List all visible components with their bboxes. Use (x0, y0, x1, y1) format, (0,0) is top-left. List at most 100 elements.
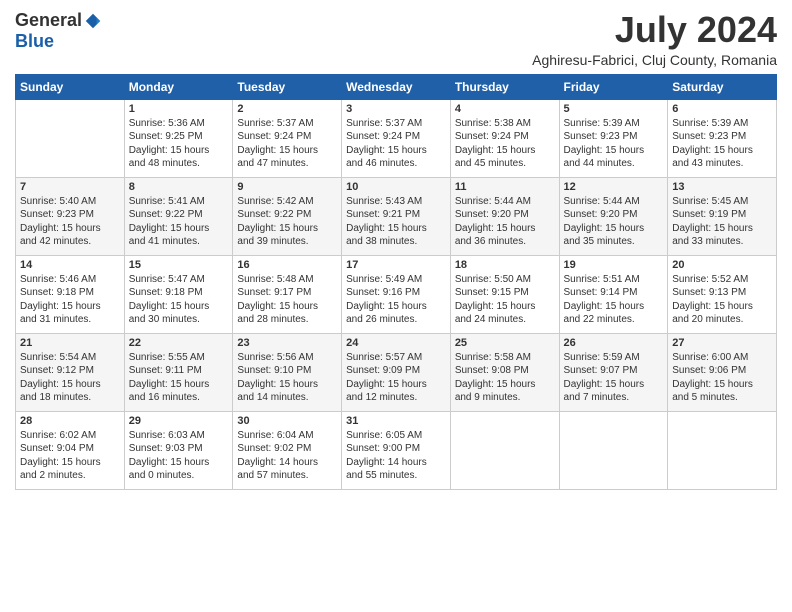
cell-content: Sunrise: 5:43 AMSunset: 9:21 PMDaylight:… (346, 195, 446, 249)
cell-content: Sunrise: 5:42 AMSunset: 9:22 PMDaylight:… (237, 195, 337, 249)
day-cell: 18Sunrise: 5:50 AMSunset: 9:15 PMDayligh… (450, 255, 559, 333)
day-cell: 26 Sunrise: 5:59 AMSunset: 9:07 PMDayligh… (559, 333, 668, 411)
cell-content: Sunrise: 5:36 AMSunset: 9:25 PMDaylight:… (129, 117, 229, 171)
day-number: 29 (129, 415, 229, 427)
logo-general: General (15, 10, 82, 31)
cell-content: Sunrise: 6:04 AMSunset: 9:02 PMDaylight:… (237, 429, 337, 483)
day-number: 22 (129, 337, 229, 349)
day-cell: 13Sunrise: 5:45 AMSunset: 9:19 PMDayligh… (668, 177, 777, 255)
column-header-tuesday: Tuesday (233, 74, 342, 99)
day-number: 16 (237, 259, 337, 271)
day-cell: 14Sunrise: 5:46 AMSunset: 9:18 PMDayligh… (16, 255, 125, 333)
cell-content: Sunrise: 5:39 AMSunset: 9:23 PMDaylight:… (672, 117, 772, 171)
day-number: 28 (20, 415, 120, 427)
cell-content: Sunrise: 5:40 AMSunset: 9:23 PMDaylight:… (20, 195, 120, 249)
day-cell: 20 Sunrise: 5:52 AMSunset: 9:13 PMDayligh… (668, 255, 777, 333)
cell-content: Sunrise: 5:56 AMSunset: 9:10 PMDaylight:… (237, 351, 337, 405)
cell-content: Sunrise: 5:37 AMSunset: 9:24 PMDaylight:… (346, 117, 446, 171)
month-title: July 2024 (532, 10, 777, 50)
day-cell: 22Sunrise: 5:55 AMSunset: 9:11 PMDayligh… (124, 333, 233, 411)
cell-content: Sunrise: 5:52 AMSunset: 9:13 PMDaylight:… (672, 273, 772, 327)
column-header-friday: Friday (559, 74, 668, 99)
logo-icon (84, 12, 102, 30)
day-number: 4 (455, 103, 555, 115)
title-section: July 2024 Aghiresu-Fabrici, Cluj County,… (532, 10, 777, 68)
day-number: 5 (564, 103, 664, 115)
day-number: 10 (346, 181, 446, 193)
day-cell: 10 Sunrise: 5:43 AMSunset: 9:21 PMDayligh… (342, 177, 451, 255)
day-number: 7 (20, 181, 120, 193)
cell-content: Sunrise: 6:00 AMSunset: 9:06 PMDaylight:… (672, 351, 772, 405)
day-cell (559, 411, 668, 489)
day-cell: 24 Sunrise: 5:57 AMSunset: 9:09 PMDayligh… (342, 333, 451, 411)
day-cell: 21 Sunrise: 5:54 AMSunset: 9:12 PMDayligh… (16, 333, 125, 411)
day-cell: 12 Sunrise: 5:44 AMSunset: 9:20 PMDayligh… (559, 177, 668, 255)
cell-content: Sunrise: 6:02 AMSunset: 9:04 PMDaylight:… (20, 429, 120, 483)
day-number: 20 (672, 259, 772, 271)
day-number: 8 (129, 181, 229, 193)
location: Aghiresu-Fabrici, Cluj County, Romania (532, 52, 777, 68)
calendar-table: SundayMondayTuesdayWednesdayThursdayFrid… (15, 74, 777, 490)
day-cell: 6 Sunrise: 5:39 AMSunset: 9:23 PMDaylight… (668, 99, 777, 177)
cell-content: Sunrise: 5:44 AMSunset: 9:20 PMDaylight:… (564, 195, 664, 249)
cell-content: Sunrise: 5:58 AMSunset: 9:08 PMDaylight:… (455, 351, 555, 405)
header: General Blue July 2024 Aghiresu-Fabrici,… (15, 10, 777, 68)
day-cell: 1 Sunrise: 5:36 AMSunset: 9:25 PMDaylight… (124, 99, 233, 177)
week-row-5: 28 Sunrise: 6:02 AMSunset: 9:04 PMDayligh… (16, 411, 777, 489)
cell-content: Sunrise: 5:47 AMSunset: 9:18 PMDaylight:… (129, 273, 229, 327)
day-cell: 25 Sunrise: 5:58 AMSunset: 9:08 PMDayligh… (450, 333, 559, 411)
cell-content: Sunrise: 5:57 AMSunset: 9:09 PMDaylight:… (346, 351, 446, 405)
cell-content: Sunrise: 5:37 AMSunset: 9:24 PMDaylight:… (237, 117, 337, 171)
day-cell: 8Sunrise: 5:41 AMSunset: 9:22 PMDaylight… (124, 177, 233, 255)
cell-content: Sunrise: 5:54 AMSunset: 9:12 PMDaylight:… (20, 351, 120, 405)
day-number: 27 (672, 337, 772, 349)
column-header-saturday: Saturday (668, 74, 777, 99)
day-number: 1 (129, 103, 229, 115)
day-number: 17 (346, 259, 446, 271)
logo: General Blue (15, 10, 102, 52)
day-cell: 4Sunrise: 5:38 AMSunset: 9:24 PMDaylight… (450, 99, 559, 177)
cell-content: Sunrise: 5:51 AMSunset: 9:14 PMDaylight:… (564, 273, 664, 327)
day-number: 11 (455, 181, 555, 193)
week-row-3: 14Sunrise: 5:46 AMSunset: 9:18 PMDayligh… (16, 255, 777, 333)
day-number: 9 (237, 181, 337, 193)
day-number: 31 (346, 415, 446, 427)
cell-content: Sunrise: 5:49 AMSunset: 9:16 PMDaylight:… (346, 273, 446, 327)
main-container: General Blue July 2024 Aghiresu-Fabrici,… (0, 0, 792, 495)
day-number: 24 (346, 337, 446, 349)
day-number: 25 (455, 337, 555, 349)
day-cell: 5 Sunrise: 5:39 AMSunset: 9:23 PMDaylight… (559, 99, 668, 177)
day-cell: 17 Sunrise: 5:49 AMSunset: 9:16 PMDayligh… (342, 255, 451, 333)
day-number: 14 (20, 259, 120, 271)
day-number: 6 (672, 103, 772, 115)
day-number: 21 (20, 337, 120, 349)
day-cell: 15Sunrise: 5:47 AMSunset: 9:18 PMDayligh… (124, 255, 233, 333)
day-cell (450, 411, 559, 489)
day-cell (668, 411, 777, 489)
day-cell: 30Sunrise: 6:04 AMSunset: 9:02 PMDayligh… (233, 411, 342, 489)
day-cell: 11Sunrise: 5:44 AMSunset: 9:20 PMDayligh… (450, 177, 559, 255)
column-header-thursday: Thursday (450, 74, 559, 99)
cell-content: Sunrise: 5:59 AMSunset: 9:07 PMDaylight:… (564, 351, 664, 405)
day-cell: 29Sunrise: 6:03 AMSunset: 9:03 PMDayligh… (124, 411, 233, 489)
week-row-1: 1 Sunrise: 5:36 AMSunset: 9:25 PMDaylight… (16, 99, 777, 177)
week-row-4: 21 Sunrise: 5:54 AMSunset: 9:12 PMDayligh… (16, 333, 777, 411)
day-number: 18 (455, 259, 555, 271)
column-header-wednesday: Wednesday (342, 74, 451, 99)
column-header-row: SundayMondayTuesdayWednesdayThursdayFrid… (16, 74, 777, 99)
day-number: 23 (237, 337, 337, 349)
day-cell: 28 Sunrise: 6:02 AMSunset: 9:04 PMDayligh… (16, 411, 125, 489)
cell-content: Sunrise: 5:39 AMSunset: 9:23 PMDaylight:… (564, 117, 664, 171)
day-number: 19 (564, 259, 664, 271)
logo-blue: Blue (15, 31, 54, 52)
day-cell: 3Sunrise: 5:37 AMSunset: 9:24 PMDaylight… (342, 99, 451, 177)
day-number: 12 (564, 181, 664, 193)
cell-content: Sunrise: 5:48 AMSunset: 9:17 PMDaylight:… (237, 273, 337, 327)
day-cell: 2Sunrise: 5:37 AMSunset: 9:24 PMDaylight… (233, 99, 342, 177)
day-cell: 31Sunrise: 6:05 AMSunset: 9:00 PMDayligh… (342, 411, 451, 489)
day-number: 26 (564, 337, 664, 349)
column-header-sunday: Sunday (16, 74, 125, 99)
week-row-2: 7 Sunrise: 5:40 AMSunset: 9:23 PMDaylight… (16, 177, 777, 255)
day-cell: 9 Sunrise: 5:42 AMSunset: 9:22 PMDaylight… (233, 177, 342, 255)
day-cell (16, 99, 125, 177)
